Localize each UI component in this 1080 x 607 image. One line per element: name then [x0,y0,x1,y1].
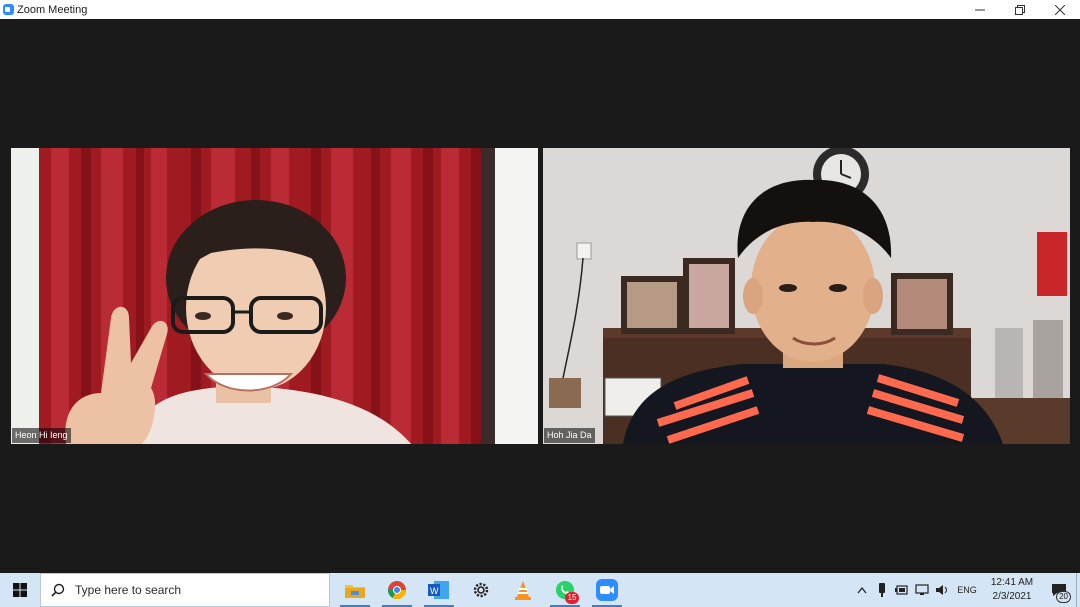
close-icon [1055,4,1065,15]
taskbar-zoom[interactable] [586,573,628,607]
window-controls [960,0,1080,19]
participant-1-video [11,148,538,444]
title-bar: Zoom Meeting [0,0,1080,19]
clock-button[interactable]: 12:41 AM 2/3/2021 [982,576,1042,604]
svg-text:W: W [430,586,439,596]
taskbar-word[interactable]: W [418,573,460,607]
volume-button[interactable] [932,573,952,607]
participant-2-video [543,148,1070,444]
windows-logo-icon [13,583,27,597]
word-icon: W [428,581,449,599]
window-title: Zoom Meeting [17,3,88,16]
search-placeholder: Type here to search [75,583,182,597]
video-tile-participant-1[interactable]: Heon Hi Ieng [11,148,538,444]
participant-name-label: Hoh Jia Da [544,428,595,443]
zoom-icon [596,579,618,601]
windows-taskbar: Type here to search W 15 ENG 12:41 AM 2/… [0,573,1080,607]
video-tile-participant-2[interactable]: Hoh Jia Da [543,148,1070,444]
participant-name-label: Heon Hi Ieng [12,428,71,443]
minimize-icon [975,9,985,10]
battery-icon [895,585,908,595]
network-icon [915,584,929,595]
usb-device-icon [879,583,885,597]
restore-icon [1015,4,1025,15]
meeting-gallery-view: Heon Hi Ieng Hoh Jia Da [0,19,1080,573]
zoom-window: Zoom Meeting Heon Hi Ieng Hoh Jia Da Typ… [0,0,1080,607]
taskbar-chrome[interactable] [376,573,418,607]
minimize-button[interactable] [960,0,1000,19]
chrome-icon [388,581,406,600]
pinned-apps: W 15 [334,573,628,607]
speaker-icon [936,585,947,595]
system-tray: ENG 12:41 AM 2/3/2021 20 [852,573,1080,607]
show-desktop-button[interactable] [1076,573,1080,607]
taskbar-settings[interactable] [460,573,502,607]
close-button[interactable] [1040,0,1080,19]
chevron-up-icon [857,586,867,594]
folder-icon [345,585,365,598]
battery-button[interactable] [892,573,912,607]
notification-count-badge: 20 [1056,591,1071,603]
tray-app-button[interactable] [872,573,892,607]
taskbar-search-box[interactable]: Type here to search [40,573,330,607]
input-language-button[interactable]: ENG [952,585,982,595]
search-icon [41,583,75,597]
clock-time: 12:41 AM [990,577,1034,588]
show-hidden-icons-button[interactable] [852,573,872,607]
zoom-camera-icon [3,4,14,15]
taskbar-vlc[interactable] [502,573,544,607]
restore-button[interactable] [1000,0,1040,19]
taskbar-whatsapp[interactable]: 15 [544,573,586,607]
clock-date: 2/3/2021 [992,591,1032,602]
whatsapp-unread-badge: 15 [565,592,579,604]
vlc-cone-icon [515,581,531,600]
start-button[interactable] [0,573,40,607]
taskbar-file-explorer[interactable] [334,573,376,607]
network-button[interactable] [912,573,932,607]
action-center-button[interactable]: 20 [1042,573,1076,607]
gear-icon [473,582,489,598]
